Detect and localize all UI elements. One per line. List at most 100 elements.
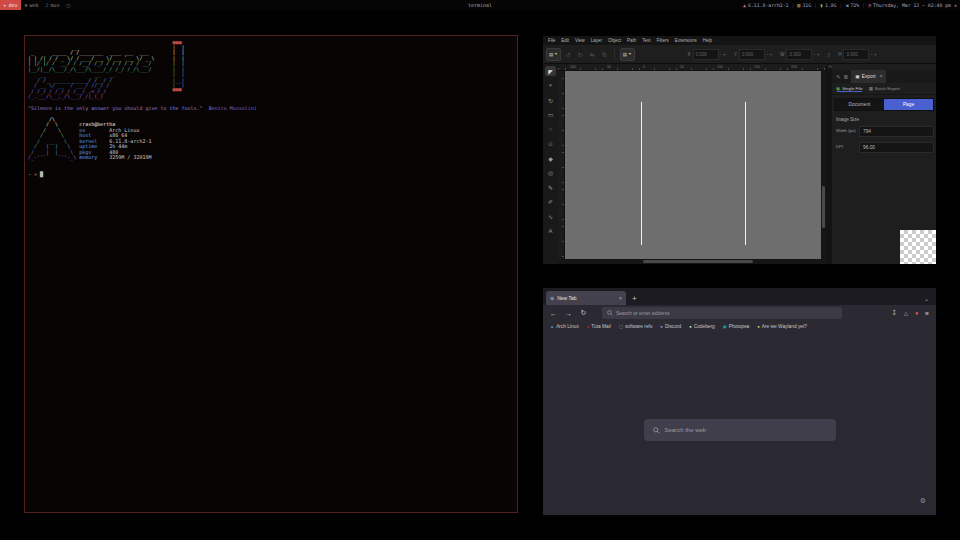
star-tool[interactable]: ✩ — [545, 139, 556, 149]
arch-bookmark-icon: ▲ — [550, 324, 554, 329]
inkscape-menubar: File Edit View Layer Object Path Text Filters Ex… — [543, 36, 936, 45]
menu-help[interactable]: Help — [703, 38, 712, 43]
terminal-output: ▄▄▄ __ | | _ _____ / /________ ____ ___ … — [25, 36, 517, 178]
menu-path[interactable]: Path — [627, 38, 636, 43]
tray-icon[interactable]: ▪ — [954, 2, 957, 8]
y-spinbox[interactable]: Y0.000−+ — [734, 49, 772, 60]
batch-export-tab[interactable]: ▦ Batch Export — [869, 86, 900, 91]
menu-view[interactable]: View — [575, 38, 585, 43]
selector-tool[interactable]: ◤ — [545, 66, 556, 76]
bookmark-tuta-mail[interactable]: ●Tuta Mail — [587, 324, 611, 329]
status-modules: ▲6.11.8-arch2-1|▤31G|▮1.8G|◀72%|◔Thursda… — [743, 2, 960, 8]
new-tab-button[interactable]: + — [632, 294, 637, 303]
browser-navbar: ← → ↻ Search or enter address ↧ ⌂ ● ≡ — [543, 305, 936, 321]
node-tool[interactable]: ⌖ — [545, 81, 556, 91]
search-icon — [607, 310, 613, 316]
edit-dialog-icon[interactable]: ✎ — [836, 74, 841, 80]
image-size-label: Image Size — [836, 117, 936, 122]
box3d-tool[interactable]: ◆ — [545, 153, 556, 163]
inkscape-toolbar: ▤▼ ↺ ↻ ⇆ ⇅ ▤▼ X0.000−+ Y0.000−+ W0.000−+ ▯ H… — [543, 45, 936, 64]
dpi-input[interactable]: 96.00 — [859, 142, 934, 153]
selector-mode-dropdown[interactable]: ▤▼ — [546, 48, 561, 61]
module-disk: ▤31G — [797, 2, 811, 8]
width-input[interactable]: 794 — [859, 126, 934, 137]
separator: | — [840, 3, 843, 8]
terminal-window[interactable]: ▄▄▄ __ | | _ _____ / /________ ____ ___ … — [24, 35, 518, 513]
inkscape-canvas[interactable] — [565, 71, 821, 259]
downloads-icon[interactable]: ↧ — [891, 309, 896, 317]
personalize-gear-icon[interactable]: ⚙ — [920, 497, 926, 505]
menu-filters[interactable]: Filters — [657, 38, 669, 43]
pen-tool[interactable]: ✐ — [545, 197, 556, 207]
bookmark-photopea[interactable]: ▣Photopea — [723, 324, 750, 329]
home-icon[interactable]: ⌂ — [904, 310, 908, 317]
calligraphy-tool[interactable]: ∿ — [545, 211, 556, 221]
separator: | — [814, 3, 817, 8]
export-icon: ▣ — [855, 74, 860, 79]
menu-icon[interactable]: ≡ — [925, 310, 929, 317]
menu-extensions[interactable]: Extensions — [675, 38, 697, 43]
raise-lower-dropdown[interactable]: ▤▼ — [620, 48, 635, 61]
canvas-horizontal-scrollbar[interactable] — [558, 259, 826, 264]
reload-button[interactable]: ↻ — [577, 309, 590, 317]
export-mode-tabs: ▣ Single File ▦ Batch Export — [832, 83, 936, 95]
menu-edit[interactable]: Edit — [561, 38, 569, 43]
h-spinbox[interactable]: H0.000−+ — [838, 49, 877, 60]
tab-globe-icon: ⊕ — [550, 295, 554, 301]
inkscape-window: File Edit View Layer Object Path Text Filters Ex… — [543, 36, 936, 264]
w-spinbox[interactable]: W0.000−+ — [780, 49, 820, 60]
web-search-input[interactable]: Search the web — [644, 419, 836, 441]
back-button[interactable]: ← — [547, 310, 560, 317]
list-tabs-icon[interactable]: ⌄ — [924, 295, 929, 302]
tab-close-icon[interactable]: × — [619, 295, 622, 301]
forward-button[interactable]: → — [562, 310, 575, 317]
bookmark-are-we-wayland-yet-[interactable]: ●Are we Wayland yet? — [757, 324, 807, 329]
layers-dialog-icon[interactable]: ≣ — [844, 74, 849, 80]
text-tool[interactable]: A — [545, 226, 556, 236]
export-dialog-tab[interactable]: ▣ Export × — [851, 70, 886, 83]
desktop: ▸dev⊕web♪mus□ terminal ▲6.11.8-arch2-1|▤… — [0, 0, 960, 540]
module-clock: ◔Thursday, Mar 13 — 02:48 pm — [868, 2, 951, 8]
tweak-tool[interactable]: ↻ — [545, 95, 556, 105]
browser-tab[interactable]: ⊕ New Tab × — [546, 291, 626, 305]
flip-horizontal-icon[interactable]: ⇆ — [590, 51, 595, 58]
x-spinbox[interactable]: X0.000−+ — [688, 49, 726, 60]
bookmark-arch-linux[interactable]: ▲Arch Linux — [550, 324, 579, 329]
inkscape-toolbox: ◤ ⌖ ↻ ▭ ○ ✩ ◆ ◎ ✎ ✐ ∿ A — [543, 64, 558, 264]
horizontal-ruler: -100-50050100150200250300 — [558, 64, 826, 71]
menu-text[interactable]: Text — [642, 38, 650, 43]
page-option[interactable]: Page — [884, 99, 933, 110]
menu-file[interactable]: File — [548, 38, 555, 43]
bookmark-software-refs[interactable]: ▢software refs — [619, 324, 652, 329]
menu-object[interactable]: Object — [608, 38, 621, 43]
rectangle-tool[interactable]: ▭ — [545, 110, 556, 120]
canvas-vertical-scrollbar[interactable] — [821, 71, 826, 259]
single-file-icon: ▣ — [836, 86, 840, 91]
rotate-cw-icon[interactable]: ↻ — [578, 51, 583, 58]
memory-icon: ▮ — [820, 2, 823, 8]
ruler-label: 150 — [754, 65, 760, 69]
document-option[interactable]: Document — [835, 99, 884, 110]
ruler-label: 0 — [643, 65, 645, 69]
bookmark-codeberg[interactable]: ●Codeberg — [689, 324, 715, 329]
bookmark-discord[interactable]: ●Discord — [660, 324, 681, 329]
export-dock: ✎ ≣ ▣ Export × ▣ Single File ▦ Ba — [832, 64, 936, 264]
spiral-tool[interactable]: ◎ — [545, 168, 556, 178]
ellipse-tool[interactable]: ○ — [545, 124, 556, 134]
lock-ratio-icon[interactable]: ▯ — [828, 52, 830, 57]
single-file-tab[interactable]: ▣ Single File — [836, 86, 863, 91]
separator: | — [862, 3, 865, 8]
dock-tab-bar: ✎ ≣ ▣ Export × — [832, 70, 936, 83]
page-border-right — [745, 102, 746, 245]
close-dialog-icon[interactable]: × — [880, 74, 883, 79]
export-preview — [900, 230, 936, 264]
extension-icon[interactable]: ● — [915, 310, 918, 316]
ruler-label: -50 — [606, 65, 611, 69]
url-bar[interactable]: Search or enter address — [602, 307, 842, 319]
flip-vertical-icon[interactable]: ⇅ — [602, 51, 607, 58]
module-memory: ▮1.8G — [820, 2, 837, 8]
menu-layer[interactable]: Layer — [591, 38, 602, 43]
vertical-ruler — [558, 71, 565, 259]
rotate-ccw-icon[interactable]: ↺ — [566, 51, 571, 58]
pencil-tool[interactable]: ✎ — [545, 182, 556, 192]
